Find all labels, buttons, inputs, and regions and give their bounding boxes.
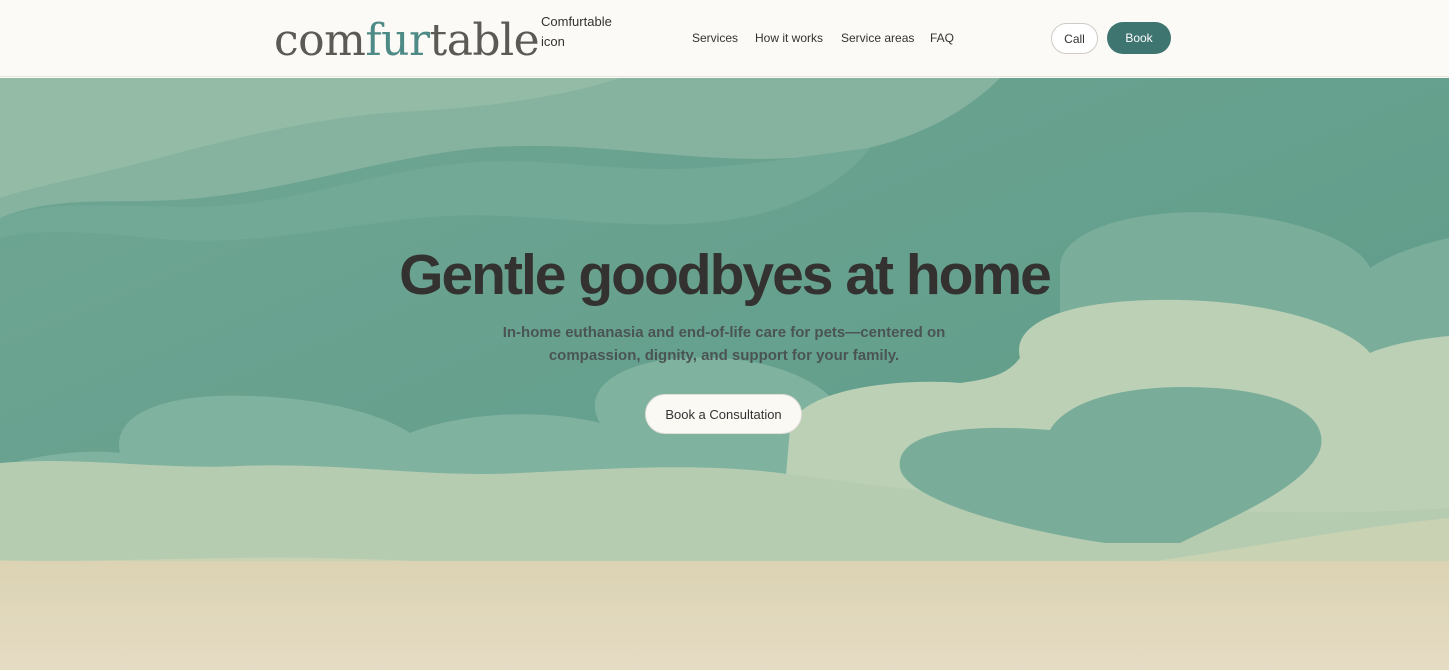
hero-illustration xyxy=(0,78,1449,670)
logo-text-end: table xyxy=(429,15,540,66)
call-button[interactable]: Call xyxy=(1051,23,1098,54)
logo-text-accent: fur xyxy=(365,15,430,66)
nav-item-service-areas[interactable]: Service areas xyxy=(841,30,914,46)
sand-ground xyxy=(0,561,1449,670)
book-button[interactable]: Book xyxy=(1107,22,1171,54)
logo-text-start: com xyxy=(274,15,366,66)
logo-icon-alt-text: Comfurtable icon xyxy=(541,14,612,49)
nav-item-services[interactable]: Services xyxy=(692,30,738,46)
site-header: comfurtable Comfurtable icon Services Ho… xyxy=(0,0,1449,77)
book-consultation-button[interactable]: Book a Consultation xyxy=(645,394,802,434)
hero-section: Gentle goodbyes at home In-home euthanas… xyxy=(0,78,1449,670)
brand-logo[interactable]: comfurtable xyxy=(274,15,540,67)
nav-item-faq[interactable]: FAQ xyxy=(930,30,954,46)
nav-item-how-it-works[interactable]: How it works xyxy=(755,30,823,46)
hero-title: Gentle goodbyes at home xyxy=(399,243,1052,307)
hero-subtitle: In-home euthanasia and end-of-life care … xyxy=(502,324,946,364)
